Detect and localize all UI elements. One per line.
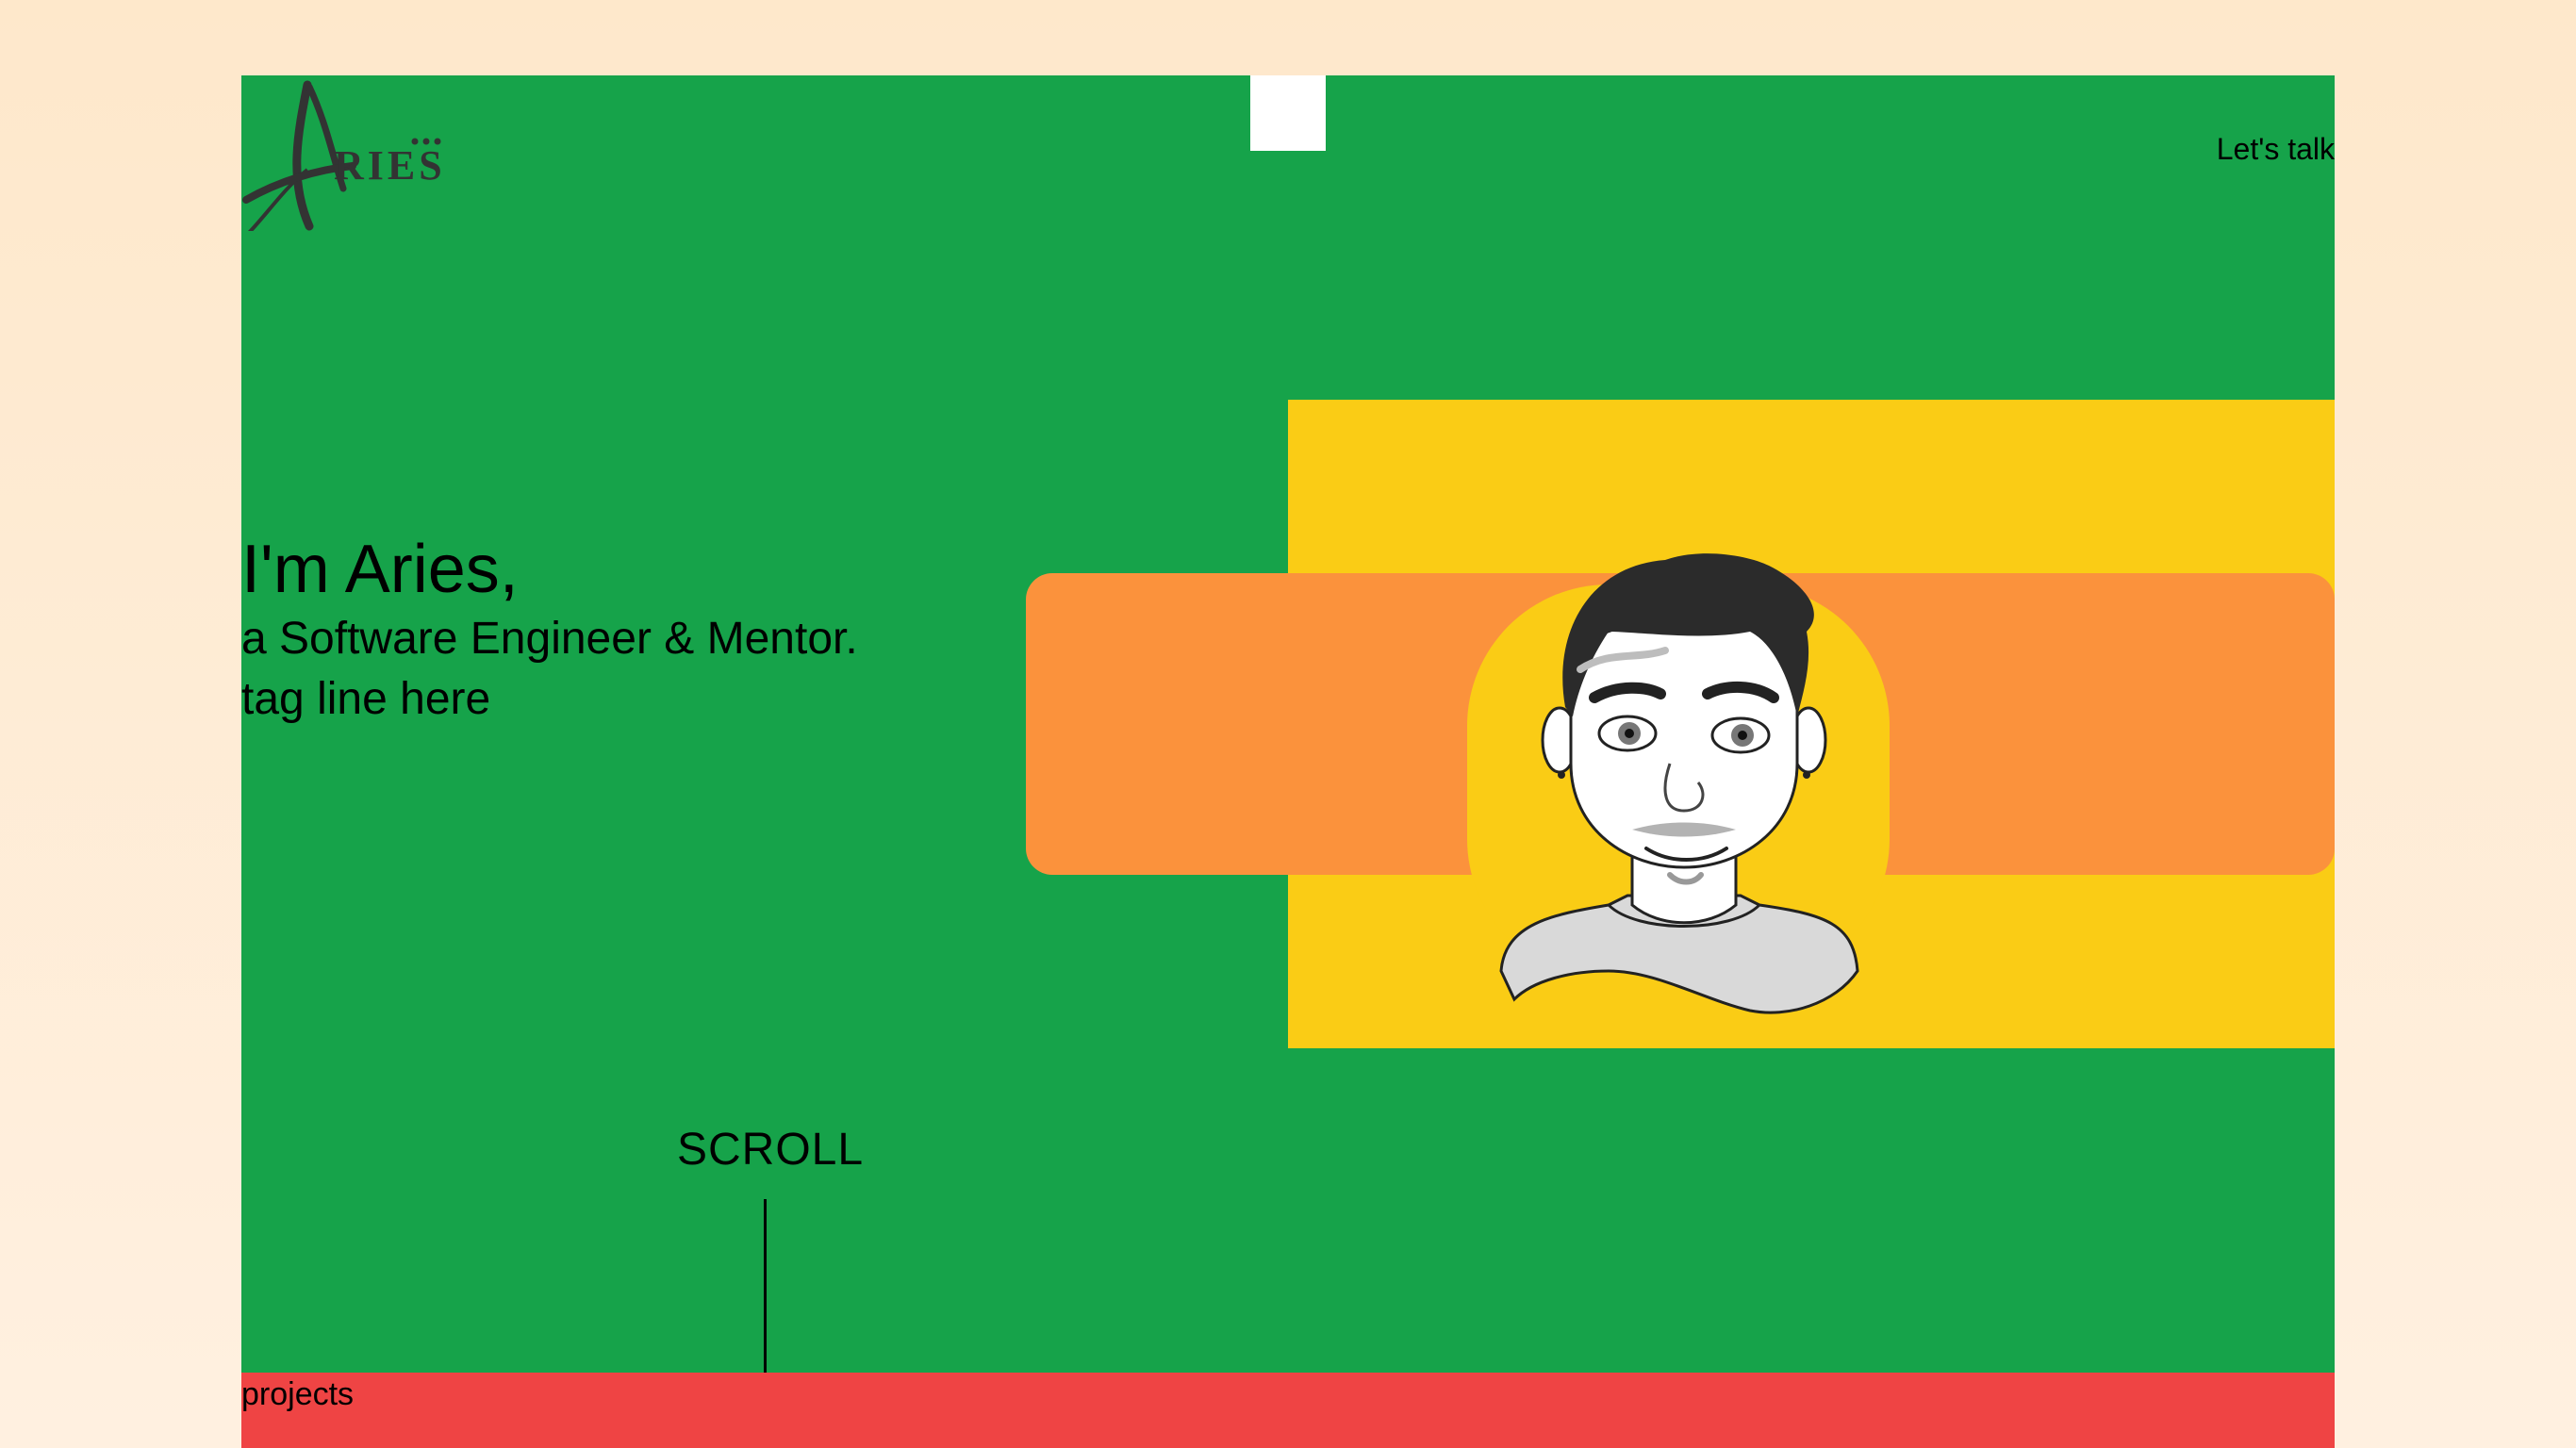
aries-logo-icon: RIES [242,80,446,231]
svg-text:RIES: RIES [334,142,446,189]
hero-title: I'm Aries, [241,532,519,607]
avatar-portrait [1467,528,1901,1056]
aries-logo[interactable]: RIES [241,75,449,231]
hero-tagline: tag line here [241,674,491,724]
hero-subtitle: a Software Engineer & Mentor. [241,614,858,664]
projects-section-label[interactable]: projects [241,1376,354,1413]
hero-frame: RIES Let's talk I'm Aries, a Software En… [241,75,2335,1448]
scroll-label: SCROLL [677,1125,865,1175]
avatar-portrait-icon [1467,553,1890,1014]
top-center-square [1250,75,1326,151]
projects-section-bar [241,1373,2335,1448]
hero-text: I'm Aries, a Software Engineer & Mentor.… [241,530,858,730]
lets-talk-link[interactable]: Let's talk [2217,132,2335,167]
